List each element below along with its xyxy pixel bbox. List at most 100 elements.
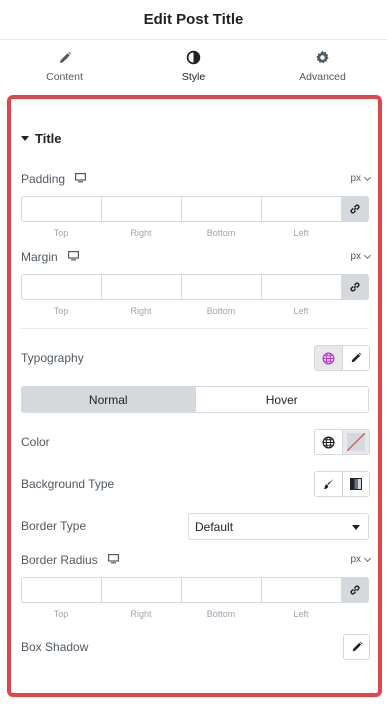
gear-icon bbox=[315, 50, 331, 66]
chevron-down-icon bbox=[363, 251, 372, 259]
background-type-controls bbox=[314, 471, 370, 497]
side-label-right: Right bbox=[130, 306, 152, 316]
color-picker-swatch[interactable] bbox=[342, 430, 369, 454]
border-radius-unit: px bbox=[350, 554, 361, 565]
caret-down-icon bbox=[352, 525, 360, 530]
padding-top-input[interactable] bbox=[21, 196, 101, 222]
background-gradient-button[interactable] bbox=[342, 472, 369, 496]
caret-down-icon bbox=[21, 136, 29, 141]
radius-bottom-input[interactable] bbox=[181, 577, 261, 603]
margin-unit: px bbox=[350, 251, 361, 262]
panel-title: Edit Post Title bbox=[143, 11, 244, 28]
box-shadow-row: Box Shadow bbox=[21, 640, 88, 654]
padding-link-button[interactable] bbox=[341, 196, 369, 222]
typography-controls bbox=[314, 345, 370, 371]
color-global-button[interactable] bbox=[315, 430, 342, 454]
margin-inputs bbox=[21, 274, 369, 300]
typography-edit-button[interactable] bbox=[342, 346, 369, 370]
typography-row: Typography bbox=[21, 351, 84, 365]
link-icon bbox=[350, 204, 360, 214]
section-title: Title bbox=[35, 131, 62, 146]
padding-bottom-input[interactable] bbox=[181, 196, 261, 222]
border-radius-label: Border Radius bbox=[21, 553, 98, 567]
side-label-left: Left bbox=[293, 228, 309, 238]
margin-bottom-input[interactable] bbox=[181, 274, 261, 300]
chevron-down-icon bbox=[363, 554, 372, 562]
box-shadow-label: Box Shadow bbox=[21, 640, 89, 654]
tab-style-label: Style bbox=[181, 70, 206, 83]
panel-tabs: Content Style Advanced bbox=[0, 40, 387, 92]
side-label-right: Right bbox=[130, 228, 152, 238]
radius-link-button[interactable] bbox=[341, 577, 369, 603]
section-divider bbox=[21, 328, 369, 329]
link-icon bbox=[350, 282, 360, 292]
panel-header: Edit Post Title bbox=[0, 0, 387, 40]
no-color-icon bbox=[347, 433, 365, 451]
gradient-icon bbox=[350, 478, 362, 490]
border-radius-unit-select[interactable]: px bbox=[350, 554, 372, 565]
box-shadow-edit-button[interactable] bbox=[343, 634, 370, 660]
pencil-icon bbox=[57, 50, 73, 66]
margin-top-input[interactable] bbox=[21, 274, 101, 300]
border-type-select[interactable]: Default bbox=[188, 513, 369, 540]
side-label-bottom: Bottom bbox=[206, 228, 236, 238]
padding-unit-select[interactable]: px bbox=[350, 173, 372, 184]
side-label-top: Top bbox=[53, 609, 69, 619]
side-label-bottom: Bottom bbox=[206, 609, 236, 619]
background-type-row: Background Type bbox=[21, 477, 114, 491]
tab-content[interactable]: Content bbox=[0, 40, 129, 92]
margin-label: Margin bbox=[21, 250, 58, 264]
globe-icon bbox=[322, 436, 335, 448]
globe-icon bbox=[322, 352, 335, 364]
desktop-icon[interactable] bbox=[75, 172, 87, 186]
tab-content-label: Content bbox=[46, 70, 83, 83]
padding-label: Padding bbox=[21, 172, 66, 186]
radius-top-input[interactable] bbox=[21, 577, 101, 603]
background-classic-button[interactable] bbox=[315, 472, 342, 496]
pencil-icon bbox=[352, 641, 362, 652]
padding-right-input[interactable] bbox=[101, 196, 181, 222]
chevron-down-icon bbox=[363, 173, 372, 181]
side-label-top: Top bbox=[53, 306, 69, 316]
typography-label: Typography bbox=[21, 351, 84, 365]
margin-right-input[interactable] bbox=[101, 274, 181, 300]
padding-unit: px bbox=[350, 173, 361, 184]
brush-icon bbox=[323, 478, 334, 489]
side-label-bottom: Bottom bbox=[206, 306, 236, 316]
contrast-icon bbox=[186, 50, 202, 66]
tab-advanced-label: Advanced bbox=[299, 70, 346, 83]
margin-label-row: Margin bbox=[21, 250, 79, 264]
side-label-left: Left bbox=[293, 609, 309, 619]
color-row: Color bbox=[21, 435, 50, 449]
border-radius-label-row: Border Radius bbox=[21, 553, 119, 567]
margin-link-button[interactable] bbox=[341, 274, 369, 300]
border-radius-side-labels: Top Right Bottom Left bbox=[21, 609, 341, 619]
link-icon bbox=[350, 585, 360, 595]
color-label: Color bbox=[21, 435, 50, 449]
side-label-right: Right bbox=[130, 609, 152, 619]
state-toggle: Normal Hover bbox=[21, 386, 369, 413]
border-radius-inputs bbox=[21, 577, 369, 603]
tab-style[interactable]: Style bbox=[129, 40, 258, 92]
margin-side-labels: Top Right Bottom Left bbox=[21, 306, 341, 316]
padding-label-row: Padding bbox=[21, 172, 87, 186]
section-toggle-title[interactable]: Title bbox=[21, 131, 62, 146]
side-label-left: Left bbox=[293, 306, 309, 316]
state-normal-option[interactable]: Normal bbox=[22, 387, 195, 412]
padding-side-labels: Top Right Bottom Left bbox=[21, 228, 341, 238]
border-type-row: Border Type bbox=[21, 519, 86, 533]
desktop-icon[interactable] bbox=[107, 553, 119, 567]
desktop-icon[interactable] bbox=[67, 250, 79, 264]
radius-right-input[interactable] bbox=[101, 577, 181, 603]
margin-unit-select[interactable]: px bbox=[350, 251, 372, 262]
style-panel: Title Padding px Top Right Bottom Left M… bbox=[7, 95, 382, 697]
padding-left-input[interactable] bbox=[261, 196, 341, 222]
margin-left-input[interactable] bbox=[261, 274, 341, 300]
side-label-top: Top bbox=[53, 228, 69, 238]
border-type-value: Default bbox=[195, 519, 234, 534]
border-type-label: Border Type bbox=[21, 519, 87, 533]
state-hover-option[interactable]: Hover bbox=[194, 387, 369, 412]
tab-advanced[interactable]: Advanced bbox=[258, 40, 387, 92]
radius-left-input[interactable] bbox=[261, 577, 341, 603]
typography-global-button[interactable] bbox=[315, 346, 342, 370]
